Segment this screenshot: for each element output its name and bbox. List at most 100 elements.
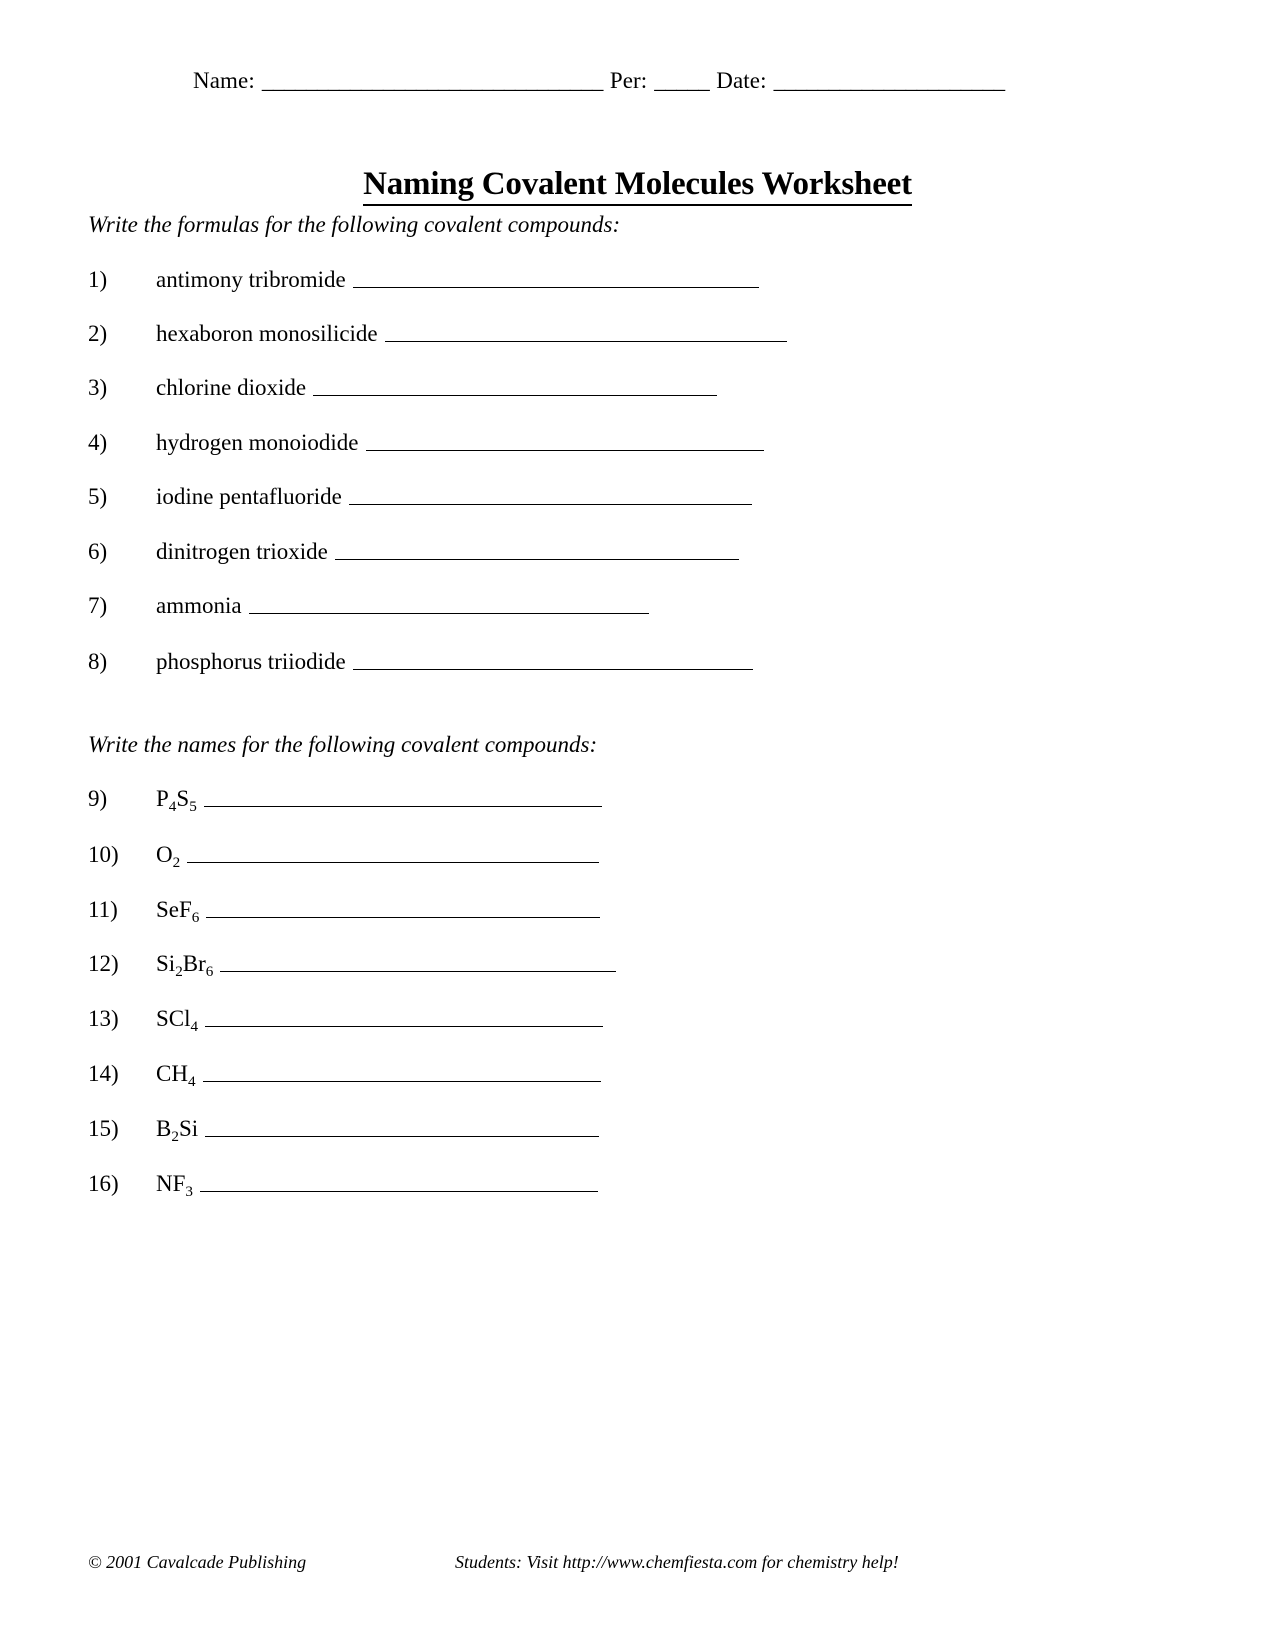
formula-symbol: P [156, 786, 169, 811]
answer-blank[interactable] [348, 484, 752, 505]
answer-blank[interactable] [187, 842, 600, 863]
section-1-instruction: Write the formulas for the following cov… [88, 212, 621, 237]
formula-subscript: 4 [168, 798, 177, 815]
answer-blank[interactable] [203, 786, 602, 807]
date-label: Date: [716, 68, 767, 93]
question-row: 7) ammonia [88, 592, 649, 619]
question-number: 2) [88, 321, 108, 346]
formula-symbol: SeF [156, 897, 192, 922]
question-row: 6) dinitrogen trioxide [88, 538, 739, 565]
chemical-formula: CH4 [156, 1061, 196, 1090]
question-row: 12) Si2Br6 [88, 950, 617, 980]
formula-subscript: 3 [185, 1183, 193, 1200]
formula-symbol: CH [156, 1061, 188, 1086]
question-row: 2) hexaboron monosilicide [88, 320, 787, 347]
question-number: 1) [88, 267, 108, 292]
answer-blank[interactable] [206, 897, 601, 918]
formula-symbol: NF [156, 1171, 186, 1196]
student-info-line: Name: _______________________________ Per:… [193, 68, 1005, 94]
question-row: 1) antimony tribromide [88, 266, 759, 293]
question-row: 3) chlorine dioxide [88, 374, 718, 401]
chemical-formula: Si2Br6 [156, 951, 214, 980]
answer-blank[interactable] [384, 321, 787, 342]
question-row: 10) O2 [88, 841, 600, 871]
question-number: 6) [88, 539, 108, 564]
question-row: 4) hydrogen monoiodide [88, 429, 764, 456]
chemical-formula: NF3 [156, 1171, 193, 1200]
question-row: 9) P4S5 [88, 785, 602, 815]
question-number: 10) [88, 842, 119, 867]
answer-blank[interactable] [248, 593, 649, 614]
name-label: Name: [193, 68, 255, 93]
question-number: 5) [88, 484, 108, 509]
compound-name: iodine pentafluoride [156, 484, 342, 509]
formula-symbol: O [156, 842, 173, 867]
formula-symbol: SCl [156, 1006, 191, 1031]
question-number: 11) [88, 897, 118, 922]
formula-subscript: 2 [175, 963, 183, 980]
compound-name: ammonia [156, 593, 242, 618]
per-label: Per: [609, 68, 648, 93]
question-number: 4) [88, 430, 108, 455]
question-row: 15) B2Si [88, 1115, 600, 1145]
chemical-formula: SCl4 [156, 1006, 199, 1035]
formula-symbol: S [176, 786, 190, 811]
answer-blank[interactable] [365, 430, 764, 451]
formula-subscript: 4 [187, 1073, 196, 1090]
question-number: 3) [88, 375, 108, 400]
question-number: 9) [88, 786, 108, 811]
question-number: 16) [88, 1171, 119, 1196]
page-title-text: Naming Covalent Molecules Worksheet [363, 166, 912, 207]
formula-symbol: B [156, 1116, 172, 1141]
answer-blank[interactable] [205, 1006, 604, 1027]
formula-subscript: 6 [191, 909, 200, 926]
question-row: 13) SCl4 [88, 1005, 604, 1035]
date-blank[interactable]: _____________________ [774, 68, 1006, 93]
students-note: Students: Visit http://www.chemfiesta.co… [455, 1552, 899, 1572]
formula-subscript: 6 [205, 963, 214, 980]
question-row: 8) phosphorus triiodide [88, 648, 753, 675]
worksheet-page: Name: _______________________________ Per:… [0, 0, 1275, 1650]
section-2-instruction: Write the names for the following covale… [88, 732, 598, 757]
formula-symbol: Si [156, 951, 176, 976]
answer-blank[interactable] [352, 267, 759, 288]
formula-subscript: 2 [171, 1128, 179, 1145]
formula-symbol: Br [182, 951, 206, 976]
chemical-formula: O2 [156, 842, 181, 871]
page-title: Naming Covalent Molecules Worksheet [0, 166, 1275, 207]
compound-name: hydrogen monoiodide [156, 430, 359, 455]
compound-name: dinitrogen trioxide [156, 539, 328, 564]
copyright-notice: © 2001 Cavalcade Publishing [88, 1552, 307, 1572]
chemical-formula: SeF6 [156, 897, 200, 926]
answer-blank[interactable] [220, 951, 617, 972]
question-row: 5) iodine pentafluoride [88, 483, 752, 510]
question-number: 8) [88, 649, 108, 674]
question-row: 11) SeF6 [88, 896, 601, 926]
chemical-formula: B2Si [156, 1116, 199, 1145]
name-blank[interactable]: _______________________________ [262, 68, 604, 93]
question-number: 15) [88, 1116, 119, 1141]
question-number: 13) [88, 1006, 119, 1031]
compound-name: phosphorus triiodide [156, 649, 346, 674]
formula-subscript: 5 [189, 798, 197, 815]
question-number: 14) [88, 1061, 119, 1086]
answer-blank[interactable] [200, 1171, 598, 1192]
compound-name: chlorine dioxide [156, 375, 307, 400]
answer-blank[interactable] [334, 539, 739, 560]
question-row: 14) CH4 [88, 1060, 601, 1090]
formula-subscript: 4 [190, 1018, 199, 1035]
page-footer: © 2001 Cavalcade Publishing Students: Vi… [0, 1552, 1275, 1582]
question-number: 12) [88, 951, 119, 976]
compound-name: antimony tribromide [156, 267, 346, 292]
per-blank[interactable]: _____ [654, 68, 710, 93]
chemical-formula: P4S5 [156, 786, 197, 815]
answer-blank[interactable] [202, 1061, 601, 1082]
answer-blank[interactable] [313, 375, 718, 396]
formula-subscript: 2 [172, 854, 181, 871]
question-number: 7) [88, 593, 108, 618]
question-row: 16) NF3 [88, 1170, 598, 1200]
answer-blank[interactable] [205, 1116, 600, 1137]
answer-blank[interactable] [352, 649, 753, 670]
formula-symbol: Si [178, 1116, 199, 1141]
compound-name: hexaboron monosilicide [156, 321, 378, 346]
